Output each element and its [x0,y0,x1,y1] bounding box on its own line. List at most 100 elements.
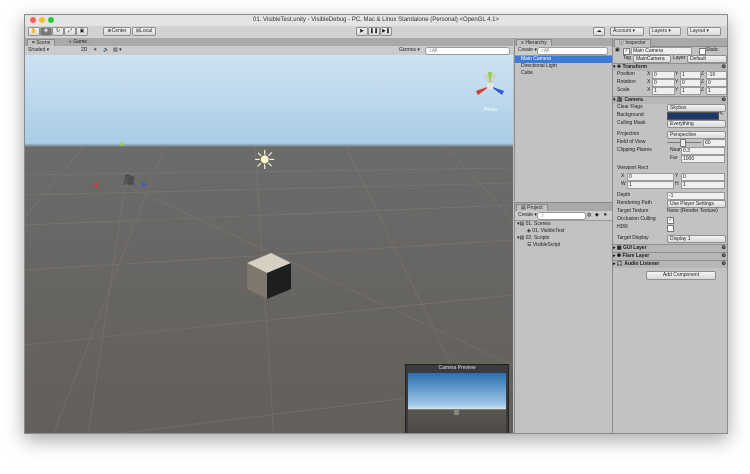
active-checkbox[interactable]: ✓ [623,48,630,55]
component-settings-icon[interactable]: ⚙ [722,253,726,260]
persp-label[interactable]: Persp [484,107,497,113]
position-z-field[interactable]: -10 [706,71,727,79]
viewport-y-field[interactable]: 0 [681,173,725,181]
tab-game[interactable]: ◐ Game [65,39,91,46]
tag-dropdown[interactable]: MainCamera [633,55,671,63]
component-settings-icon[interactable]: ⚙ [722,245,726,252]
project-item-visiblescript[interactable]: ☰ VisibleScript [527,242,560,249]
far-clip-field[interactable]: 1000 [681,155,725,163]
add-component-button[interactable]: Add Component [646,271,716,280]
pivot-center-toggle[interactable]: ⊕Center [103,27,131,36]
clear-flags-dropdown[interactable]: Skybox [667,104,726,112]
move-tool-button[interactable]: ✥ [40,27,52,36]
filter-label-button[interactable]: ◆ [595,212,599,219]
layer-dropdown[interactable]: Default [687,55,727,63]
cloud-button[interactable]: ☁ [593,27,605,36]
scale-x-field[interactable]: 1 [652,87,675,95]
project-create-dropdown[interactable]: Create ▾ [518,212,537,219]
camera-gizmo-icon[interactable]: 🎥 [123,175,135,186]
scene-search-input[interactable]: ⌕All [425,47,510,55]
step-button[interactable]: ▶❚ [380,27,392,36]
hierarchy-item-directional-light[interactable]: Directional Light [521,63,557,70]
y-axis-gizmo-icon[interactable]: ▲ [118,139,126,148]
axis-x-label: X [647,87,651,93]
static-checkbox[interactable] [699,48,706,55]
eyedropper-icon[interactable]: ✎ [719,111,723,118]
background-color-field[interactable] [667,112,719,120]
rotate-tool-button[interactable]: ↻ [52,27,64,36]
viewport-w-field[interactable]: 1 [627,181,674,189]
project-search-input[interactable]: ⌕ [537,212,586,220]
camera-header[interactable]: ▾ 🎥 Camera ⚙ [613,96,727,104]
far-label: Far [670,155,678,161]
sun-icon: ☀ [93,47,98,53]
effects-dropdown[interactable]: ▨ ▾ [113,47,122,54]
rotation-y-field[interactable]: 0 [680,79,701,87]
layout-dropdown[interactable]: Layout ▾ [687,27,721,36]
hdr-checkbox[interactable] [667,225,674,232]
cube-object[interactable] [245,251,293,301]
camera-icon: 🎥 [616,97,625,103]
audio-listener-header[interactable]: ▸ 🎧 Audio Listener ⚙ [613,260,727,268]
z-axis-gizmo-icon[interactable]: ▶ [142,181,147,188]
component-settings-icon[interactable]: ⚙ [722,261,726,268]
hierarchy-create-dropdown[interactable]: Create ▾ [518,47,537,54]
hierarchy-item-cube[interactable]: Cube [521,70,533,77]
project-toolbar: Create ▾ ⌕ ◍ ◆ ★ [515,211,612,221]
rotation-x-field[interactable]: 0 [652,79,675,87]
flare-layer-header[interactable]: ▸ ✺ Flare Layer ⚙ [613,252,727,260]
account-dropdown[interactable]: Account ▾ [610,27,644,36]
component-settings-icon[interactable]: ⚙ [722,97,726,104]
gizmos-dropdown[interactable]: Gizmos ▾ [399,47,420,54]
occlusion-culling-checkbox[interactable]: ✓ [667,217,674,224]
near-clip-field[interactable]: 0.3 [681,147,725,155]
2d-toggle[interactable]: 2D [81,47,87,54]
depth-field[interactable]: -1 [667,192,725,200]
local-global-toggle[interactable]: ⊞Local [132,27,156,36]
hand-tool-button[interactable]: ✋ [28,27,40,36]
favorite-button[interactable]: ★ [603,212,607,219]
scene-viewport[interactable]: ▲ ◀ ▶ 🎥 ☀ Persp Camera Preview [25,55,513,433]
lighting-toggle[interactable]: ☀ [93,47,97,54]
rotation-z-field[interactable]: 0 [706,79,727,87]
project-item-visibletest[interactable]: ◈ 01. VisibleTest [527,228,564,235]
viewport-h-field[interactable]: 1 [681,181,725,189]
orientation-gizmo[interactable] [473,69,507,103]
transform-header[interactable]: ▾ ✥ Transform ⚙ [613,63,727,71]
scale-z-field[interactable]: 1 [706,87,727,95]
viewport-x-field[interactable]: 0 [627,173,674,181]
rect-tool-button[interactable]: ▣ [76,27,88,36]
rendering-path-dropdown[interactable]: Use Player Settings [667,200,726,208]
position-x-field[interactable]: 0 [652,71,675,79]
camera-preview-image [408,373,506,433]
component-settings-icon[interactable]: ⚙ [722,64,726,71]
project-folder-scripts[interactable]: ▾▤ 02. Scripts [517,235,549,242]
scale-tool-button[interactable]: ⤢ [64,27,76,36]
tab-inspector[interactable]: ⓘ Inspector [614,39,651,47]
fov-field[interactable]: 60 [703,139,726,147]
object-name-field[interactable]: Main Camera [631,47,692,55]
scale-y-field[interactable]: 1 [680,87,701,95]
directional-light-sun-icon[interactable]: ☀ [253,147,276,173]
gui-layer-header[interactable]: ▸ ▦ GUI Layer ⚙ [613,244,727,252]
fov-slider-handle[interactable] [680,139,686,147]
play-button[interactable]: ▶ [356,27,368,36]
hierarchy-search-input[interactable]: ⌕All [537,47,608,55]
x-axis-gizmo-icon[interactable]: ◀ [93,182,98,189]
hierarchy-item-main-camera[interactable]: Main Camera [515,56,612,63]
layers-dropdown[interactable]: Layers ▾ [649,27,681,36]
projection-dropdown[interactable]: Perspective [667,131,726,139]
pause-button[interactable]: ❚❚ [368,27,380,36]
target-texture-field[interactable]: None (Render Texture) [667,208,718,215]
culling-mask-dropdown[interactable]: Everything [667,120,726,128]
audio-toggle[interactable]: 🔈 [103,47,109,54]
axis-y-label: Y [675,87,679,93]
target-display-dropdown[interactable]: Display 1 [667,235,726,243]
target-texture-label: Target Texture [617,208,649,214]
project-folder-scenes[interactable]: ▾▤ 01. Scenes [517,221,551,228]
shading-mode-dropdown[interactable]: Shaded ▾ [28,47,49,54]
filter-type-button[interactable]: ◍ [587,212,591,219]
camera-preview: Camera Preview [405,364,509,433]
position-y-field[interactable]: 1 [680,71,701,79]
scale-icon: ⤢ [67,28,72,34]
